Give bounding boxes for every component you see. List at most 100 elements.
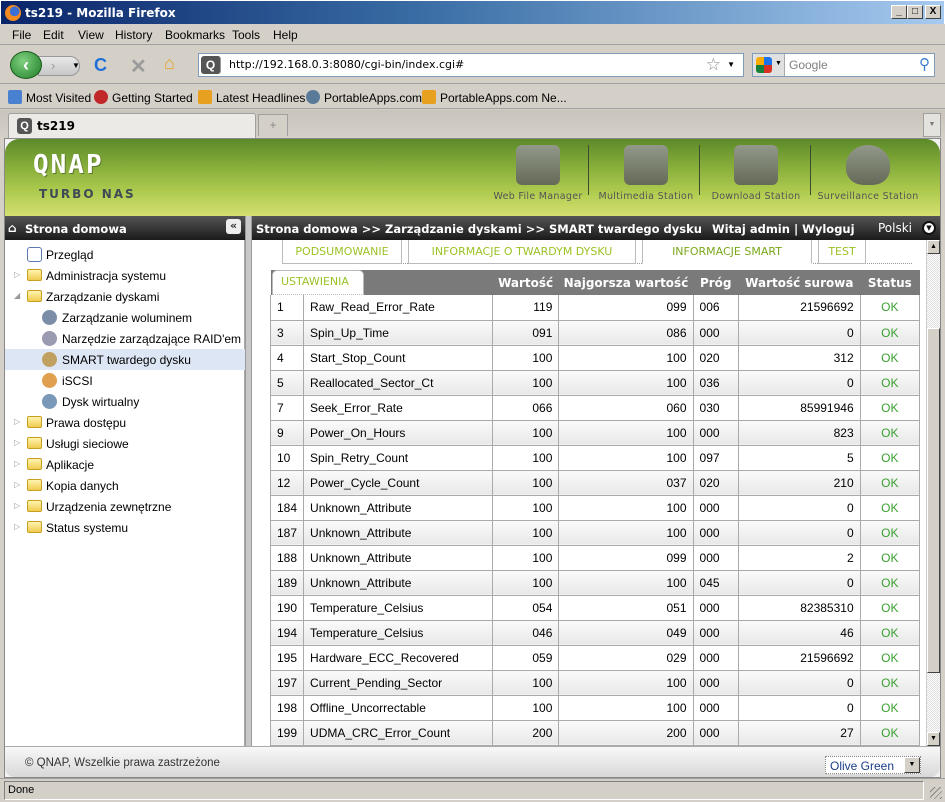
menu-view[interactable]: View — [78, 28, 104, 42]
table-row: 1 Raw_Read_Error_Rate 119 099 006 21596692 OK — [269, 295, 921, 321]
scrollbar-thumb[interactable] — [927, 328, 940, 673]
close-button[interactable]: X — [925, 5, 941, 19]
cell-id: 5 — [269, 370, 305, 396]
table-row: 188 Unknown_Attribute 100 099 000 2 OK — [269, 545, 921, 571]
menu-help[interactable]: Help — [273, 28, 298, 42]
url-dropdown-icon[interactable]: ▼ — [727, 60, 735, 69]
sidebar-item[interactable]: Zarządzanie woluminem — [5, 307, 245, 328]
sidebar-item[interactable]: Przegląd — [5, 244, 245, 265]
back-button[interactable]: ‹ — [10, 51, 42, 79]
tab-test[interactable]: TEST — [818, 240, 866, 264]
table-row: 198 Offline_Uncorrectable 100 100 000 0 OK — [269, 695, 921, 721]
tab-list-button[interactable]: ▼ — [923, 113, 941, 137]
cell-raw: 27 — [737, 720, 861, 746]
status-badge: OK — [859, 470, 921, 496]
browser-tab[interactable]: Q ts219 — [8, 113, 256, 138]
tab-podsumowanie[interactable]: PODSUMOWANIE — [282, 240, 402, 264]
sidebar-item[interactable]: ▷ Administracja systemu — [5, 265, 245, 286]
cell-threshold: 000 — [692, 620, 739, 646]
menu-history[interactable]: History — [115, 28, 152, 42]
app-multimedia-station[interactable]: Multimedia Station — [591, 145, 701, 205]
app-download-station[interactable]: Download Station — [701, 145, 811, 205]
scroll-up-icon[interactable]: ▲ — [927, 240, 940, 254]
app-surveillance-station[interactable]: Surveillance Station — [813, 145, 923, 205]
collapse-sidebar-button[interactable]: « — [226, 219, 241, 234]
expand-arrow-icon[interactable]: ▷ — [14, 417, 20, 426]
vertical-scrollbar[interactable]: ▲ ▼ — [926, 240, 940, 746]
bookmark-portableapps[interactable]: PortableApps.com — [306, 90, 422, 105]
url-bar[interactable]: Q http://192.168.0.3:8080/cgi-bin/index.… — [198, 53, 744, 77]
expand-arrow-icon[interactable]: ▷ — [14, 459, 20, 468]
reload-icon[interactable]: C — [94, 55, 107, 76]
sidebar-item[interactable]: iSCSI — [5, 370, 245, 391]
scroll-down-icon[interactable]: ▼ — [927, 732, 940, 746]
bookmark-getting-started[interactable]: Getting Started — [94, 90, 193, 105]
sidebar-item-label: Aplikacje — [46, 458, 95, 472]
folder-icon — [27, 458, 42, 470]
sidebar-item[interactable]: ▷ Kopia danych — [5, 475, 245, 496]
menu-bookmarks[interactable]: Bookmarks — [165, 28, 225, 42]
search-icon[interactable]: ⚲ — [919, 55, 930, 73]
expand-arrow-icon[interactable]: ▷ — [14, 438, 20, 447]
menu-tools[interactable]: Tools — [232, 28, 260, 42]
sidebar-item[interactable]: ◢ Zarządzanie dyskami — [5, 286, 245, 307]
sidebar-item[interactable]: Dysk wirtualny — [5, 391, 245, 412]
navigation-toolbar: › ‹ ▼ C ✕ ⌂ Q http://192.168.0.3:8080/cg… — [0, 46, 945, 84]
bookmark-latest-headlines[interactable]: Latest Headlines — [198, 90, 305, 105]
sidebar-item-label: Status systemu — [46, 521, 129, 535]
sidebar-item[interactable]: ▷ Status systemu — [5, 517, 245, 538]
divider — [699, 145, 700, 195]
sidebar-item[interactable]: Narzędzie zarządzające RAID'em — [5, 328, 245, 349]
divider — [810, 145, 811, 195]
expand-arrow-icon[interactable]: ▷ — [14, 522, 20, 531]
search-input[interactable]: Google — [789, 58, 828, 72]
resize-grip-icon[interactable] — [930, 787, 942, 799]
sidebar-item[interactable]: ▷ Prawa dostępu — [5, 412, 245, 433]
bookmark-most-visited[interactable]: Most Visited — [8, 90, 91, 105]
logout-link[interactable]: Wyloguj — [802, 222, 854, 236]
page-footer: © QNAP, Wszelkie prawa zastrzeżone Olive… — [5, 746, 940, 777]
sidebar-item[interactable]: SMART twardego dysku — [5, 349, 245, 370]
home-icon[interactable]: ⌂ — [164, 53, 175, 74]
history-dropdown-icon[interactable]: ▼ — [72, 61, 80, 70]
menu-edit[interactable]: Edit — [43, 28, 64, 42]
tab-informacje-o-twardym-dysku[interactable]: INFORMACJE O TWARDYM DYSKU — [408, 240, 636, 264]
collapse-arrow-icon[interactable]: ◢ — [14, 291, 20, 300]
expand-arrow-icon[interactable]: ▷ — [14, 501, 20, 510]
bookmark-star-icon[interactable]: ☆ — [706, 55, 721, 75]
url-input[interactable]: http://192.168.0.3:8080/cgi-bin/index.cg… — [229, 58, 464, 71]
pane-splitter[interactable] — [245, 216, 252, 746]
site-favicon-icon: Q — [201, 56, 221, 74]
sidebar-item[interactable]: ▷ Urządzenia zewnętrzne — [5, 496, 245, 517]
expand-arrow-icon[interactable]: ▷ — [14, 480, 20, 489]
chevron-down-icon[interactable]: ▼ — [904, 757, 920, 773]
theme-select[interactable]: Olive Green ▼ — [825, 756, 921, 774]
sidebar-item[interactable]: ▷ Usługi sieciowe — [5, 433, 245, 454]
cell-id: 187 — [269, 520, 305, 546]
maximize-button[interactable]: □ — [907, 5, 923, 19]
expand-arrow-icon[interactable]: ▷ — [14, 270, 20, 279]
menu-file[interactable]: File — [12, 28, 31, 42]
search-bar[interactable]: ▼ Google ⚲ — [752, 53, 935, 77]
new-tab-button[interactable]: + — [258, 114, 288, 136]
menu-bar: File Edit View History Bookmarks Tools H… — [0, 24, 945, 45]
app-web-file-manager[interactable]: Web File Manager — [483, 145, 593, 205]
cell-raw: 21596692 — [737, 295, 861, 321]
table-row: 7 Seek_Error_Rate 066 060 030 85991946 OK — [269, 395, 921, 421]
bookmark-portableapps-news[interactable]: PortableApps.com Ne... — [422, 90, 567, 105]
home-icon: ⌂ — [8, 221, 17, 235]
stop-icon[interactable]: ✕ — [130, 54, 147, 79]
table-row: 199 UDMA_CRC_Error_Count 200 200 000 27 OK — [269, 720, 921, 746]
language-label[interactable]: Polski — [878, 221, 912, 235]
sidebar-item[interactable]: ▷ Aplikacje — [5, 454, 245, 475]
cell-worst: 049 — [558, 620, 694, 646]
language-dropdown-icon[interactable]: ▼ — [922, 221, 936, 235]
cell-worst: 100 — [558, 570, 694, 596]
search-engine-selector[interactable]: ▼ — [753, 54, 785, 76]
tab-informacje-smart[interactable]: INFORMACJE SMART — [642, 240, 812, 264]
tab-ustawienia[interactable]: USTAWIENIA — [272, 270, 364, 295]
minimize-button[interactable]: _ — [891, 5, 907, 19]
cell-description: Power_On_Hours — [303, 420, 493, 446]
cell-value: 100 — [491, 520, 560, 546]
sidebar-item-label: Narzędzie zarządzające RAID'em — [62, 332, 242, 346]
